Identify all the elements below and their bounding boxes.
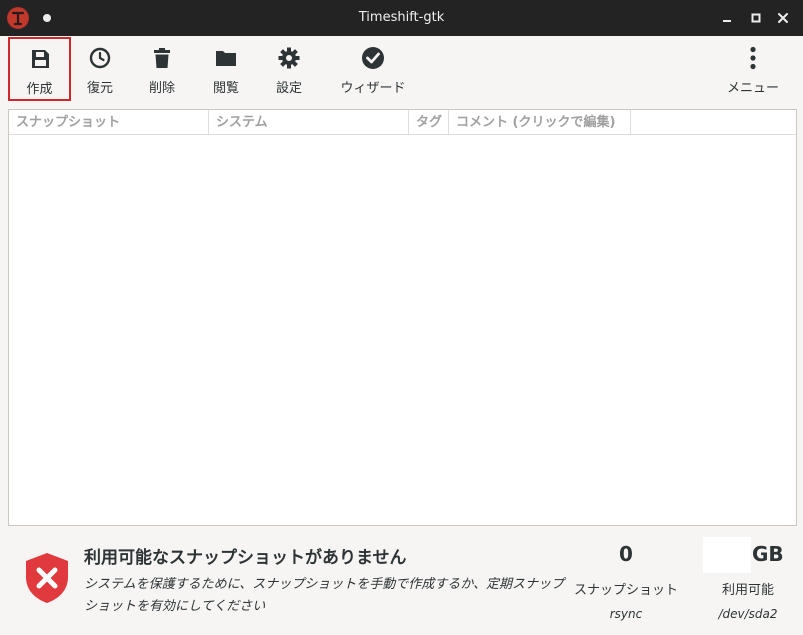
column-header-comment[interactable]: コメント (クリックで編集) bbox=[449, 110, 631, 135]
trash-icon bbox=[150, 46, 174, 70]
restore-button[interactable]: 復元 bbox=[72, 38, 128, 101]
delete-label: 削除 bbox=[148, 81, 175, 96]
status-area: 利用可能なスナップショットがありません システムを保護するために、スナップショッ… bbox=[0, 527, 803, 635]
space-value bbox=[703, 537, 751, 573]
snapshot-count-label: スナップショット bbox=[573, 583, 678, 598]
space-unit: GB bbox=[752, 542, 784, 566]
toolbar: 作成 復元 削除 閲覧 設定 ウィザード メニュー bbox=[0, 36, 803, 105]
app-window: Timeshift-gtk 作成 復元 削除 閲覧 設定 ウィザード メニュー … bbox=[0, 0, 803, 635]
menu-label: メニュー bbox=[726, 81, 779, 96]
wizard-label: ウィザード bbox=[340, 81, 406, 96]
delete-button[interactable]: 削除 bbox=[134, 38, 190, 101]
browse-button[interactable]: 閲覧 bbox=[198, 38, 254, 101]
create-label: 作成 bbox=[26, 82, 53, 97]
device-path: /dev/sda2 bbox=[718, 607, 778, 621]
table-header: スナップショット システム タグ コメント (クリックで編集) bbox=[9, 110, 796, 135]
save-icon bbox=[28, 47, 52, 71]
error-shield-icon bbox=[24, 551, 70, 605]
close-button[interactable] bbox=[773, 8, 793, 28]
clock-icon bbox=[88, 46, 112, 70]
folder-icon bbox=[214, 46, 238, 70]
title-bar[interactable]: Timeshift-gtk bbox=[0, 0, 803, 36]
column-header-system[interactable]: システム bbox=[209, 110, 409, 135]
maximize-button[interactable] bbox=[746, 8, 766, 28]
menu-button[interactable]: メニュー bbox=[716, 38, 790, 101]
settings-label: 設定 bbox=[275, 81, 302, 96]
status-message: システムを保護するために、スナップショットを手動で作成するか、定期スナップショッ… bbox=[84, 577, 564, 614]
snapshot-table[interactable]: スナップショット システム タグ コメント (クリックで編集) bbox=[8, 109, 797, 526]
kebab-menu-icon bbox=[741, 46, 765, 70]
space-available-label: 利用可能 bbox=[721, 583, 774, 598]
column-header-tag[interactable]: タグ bbox=[409, 110, 449, 135]
minimize-button[interactable] bbox=[717, 8, 737, 28]
snapshot-mode: rsync bbox=[609, 607, 643, 621]
window-title: Timeshift-gtk bbox=[358, 10, 445, 25]
settings-button[interactable]: 設定 bbox=[261, 38, 317, 101]
restore-label: 復元 bbox=[86, 81, 113, 96]
status-title: 利用可能なスナップショットがありません bbox=[84, 548, 407, 568]
column-header-snapshot[interactable]: スナップショット bbox=[9, 110, 209, 135]
create-button[interactable]: 作成 bbox=[8, 37, 71, 101]
wizard-button[interactable]: ウィザード bbox=[330, 38, 416, 101]
browse-label: 閲覧 bbox=[212, 81, 239, 96]
snapshot-count: 0 bbox=[619, 542, 633, 566]
gear-icon bbox=[277, 46, 301, 70]
check-circle-icon bbox=[361, 46, 385, 70]
